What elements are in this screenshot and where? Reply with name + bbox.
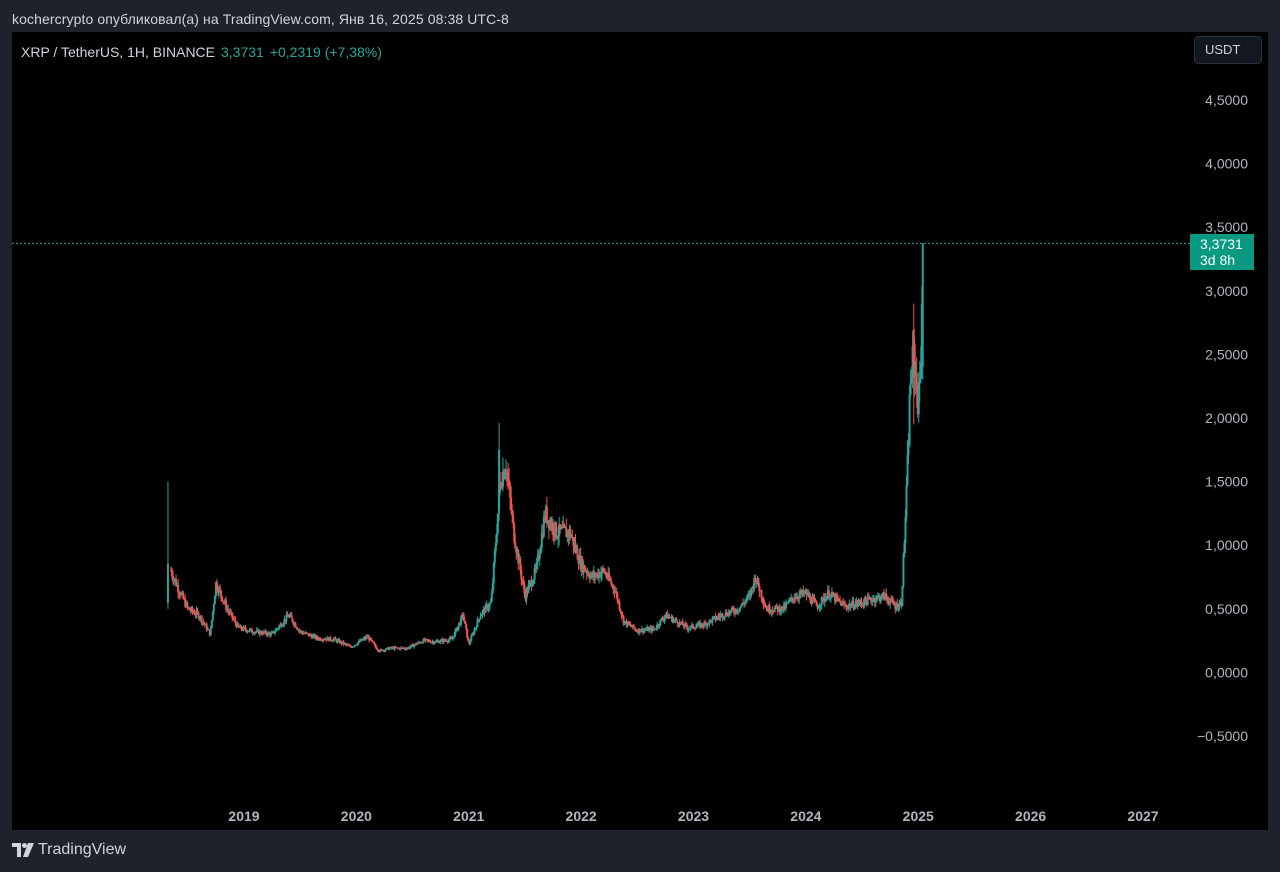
candle-body	[921, 243, 924, 368]
candle-body	[488, 603, 491, 608]
chart-pane[interactable]: 4,5000 4,0000 3,5000 3,0000 2,5000 2,0000 1,50…	[12, 32, 1268, 830]
candles-layer	[166, 243, 924, 653]
publish-caption: kochercrypto опубликовал(а) на TradingVi…	[12, 11, 509, 27]
y-tick-label: 0,5000	[1205, 601, 1248, 617]
y-tick-label: 2,5000	[1205, 346, 1248, 362]
candle-body	[470, 636, 473, 642]
candle-body	[555, 522, 558, 538]
x-tick-label: 2024	[790, 808, 821, 824]
candle-body	[220, 590, 223, 597]
price-change-label: +0,2319 (+7,38%)	[269, 44, 382, 60]
candle-body	[186, 602, 189, 607]
candle-body	[207, 629, 210, 631]
candle-body	[552, 522, 555, 534]
candle-body	[221, 596, 224, 601]
y-tick-label: 0,0000	[1205, 664, 1248, 680]
x-tick-label: 2020	[341, 808, 372, 824]
tradingview-logo-icon	[12, 843, 34, 857]
y-axis: 4,5000 4,0000 3,5000 3,0000 2,5000 2,0000 1,50…	[1197, 92, 1248, 744]
candle-body	[618, 601, 621, 610]
x-tick-label: 2023	[678, 808, 709, 824]
candle-body	[695, 626, 698, 629]
y-tick-label: 1,0000	[1205, 537, 1248, 553]
price-tag: 3,3731 3d 8h	[1190, 234, 1254, 270]
y-tick-label: 4,0000	[1205, 156, 1248, 172]
price-tag-countdown: 3d 8h	[1200, 252, 1236, 268]
x-tick-label: 2021	[453, 808, 484, 824]
candle-body	[901, 586, 904, 606]
x-tick-label: 2022	[566, 808, 597, 824]
y-tick-label: 3,5000	[1205, 219, 1248, 235]
candle-body	[479, 616, 482, 620]
y-tick-label: 3,0000	[1205, 283, 1248, 299]
candle-body	[209, 627, 212, 636]
candle-body	[294, 623, 297, 628]
x-tick-label: 2027	[1127, 808, 1158, 824]
y-tick-label: 1,5000	[1205, 474, 1248, 490]
candle-body	[754, 577, 757, 583]
candle-body	[907, 445, 910, 455]
symbol-legend: XRP / TetherUS, 1H, BINANCE 3,3731 +0,2319…	[21, 44, 382, 60]
candle-body	[465, 623, 468, 629]
candle-body	[212, 604, 215, 612]
candle-body	[538, 553, 541, 559]
candle-body	[520, 570, 523, 580]
x-axis: 2019 2020 2021 2022 2023 2024 2025 2026 2027	[228, 808, 1158, 824]
candle-body	[902, 554, 905, 587]
tradingview-brand: TradingView	[38, 841, 127, 858]
candle-body	[463, 616, 466, 621]
tradingview-logo[interactable]: TradingView	[12, 841, 126, 859]
candle-body	[632, 624, 635, 628]
candle-body	[827, 590, 830, 599]
candle-body	[274, 631, 277, 634]
candle-body	[675, 619, 678, 622]
price-chart[interactable]: 4,5000 4,0000 3,5000 3,0000 2,5000 2,0000 1,50…	[12, 32, 1268, 830]
candle-body	[469, 641, 472, 644]
candle-body	[166, 564, 169, 603]
candle-body	[278, 625, 281, 629]
candle-body	[912, 328, 915, 368]
candle-body	[839, 600, 842, 602]
price-tag-value: 3,3731	[1200, 236, 1243, 252]
x-tick-label: 2019	[228, 808, 259, 824]
candle-body	[616, 593, 619, 601]
candle-body	[905, 484, 908, 517]
currency-button[interactable]: USDT	[1194, 36, 1262, 64]
candle-body	[498, 449, 501, 508]
y-tick-label: 4,5000	[1205, 92, 1248, 108]
candle-body	[775, 605, 778, 608]
candle-body	[290, 614, 293, 618]
candle-body	[370, 638, 373, 641]
x-tick-label: 2025	[903, 808, 934, 824]
candle-body	[512, 515, 515, 524]
x-tick-label: 2026	[1015, 808, 1046, 824]
last-price-label: 3,3731	[221, 44, 264, 60]
y-tick-label: −0,5000	[1197, 728, 1248, 744]
candle-body	[908, 394, 911, 446]
symbol-label: XRP / TetherUS, 1H, BINANCE	[21, 44, 215, 60]
y-tick-label: 2,0000	[1205, 410, 1248, 426]
